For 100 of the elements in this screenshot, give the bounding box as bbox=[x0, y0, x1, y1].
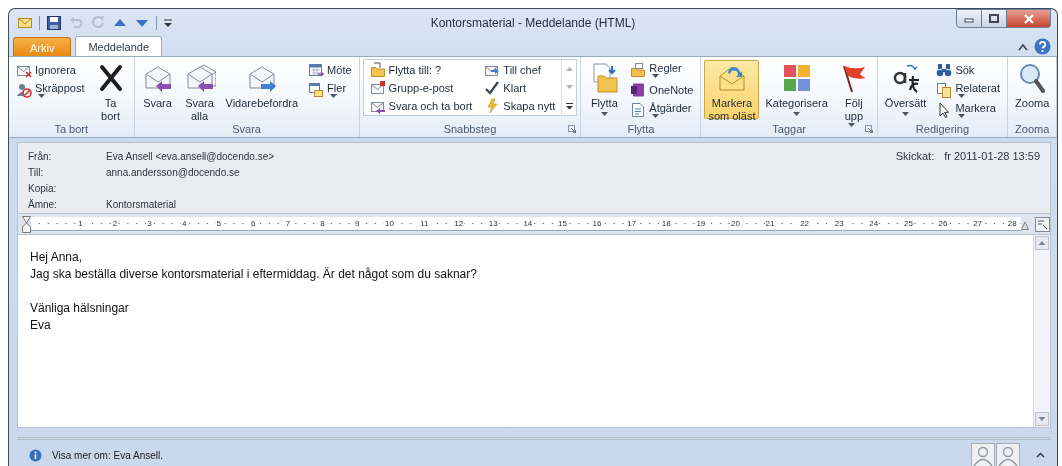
ruler-number: 3 bbox=[146, 219, 153, 228]
ruler-number: 11 bbox=[419, 219, 430, 228]
ruler-number: 24 bbox=[868, 219, 880, 228]
scroll-up-icon[interactable] bbox=[565, 67, 573, 72]
ribbon-button[interactable]: Flytta till: ? bbox=[365, 61, 477, 79]
group-label: Svara bbox=[232, 123, 261, 135]
group-label: Flytta bbox=[627, 123, 655, 135]
body-text: Jag ska beställa diverse kontorsmaterial i eftermiddag. Är det något som du saknar? bbox=[30, 266, 477, 283]
ruler-number: 26 bbox=[937, 219, 949, 228]
ruler-number: 25 bbox=[902, 219, 914, 228]
scroll-down-icon[interactable] bbox=[565, 85, 573, 90]
scroll-up-button[interactable] bbox=[1035, 236, 1049, 250]
minimize-button[interactable] bbox=[956, 9, 982, 28]
ribbon-button[interactable]: Svara alla bbox=[179, 60, 220, 119]
field-value: Kontorsmaterial bbox=[106, 198, 177, 210]
indent-marker-icon[interactable] bbox=[22, 215, 31, 233]
body-text: Hej Anna, bbox=[30, 249, 83, 266]
ribbon-button[interactable]: Skräppost bbox=[12, 80, 89, 99]
folder-envelope-icon bbox=[630, 61, 647, 78]
window-title: Kontorsmaterial - Meddelande (HTML) bbox=[430, 16, 636, 30]
ruler-number: 4 bbox=[180, 219, 188, 228]
ruler-number: 7 bbox=[284, 219, 292, 228]
ruler-toggle-icon[interactable] bbox=[1035, 216, 1050, 232]
help-icon[interactable] bbox=[1034, 38, 1051, 55]
ribbon-button[interactable]: Zooma bbox=[1011, 60, 1054, 119]
ruler-number: 1 bbox=[77, 219, 84, 228]
ribbon-button[interactable]: Markera som oläst bbox=[704, 60, 760, 119]
dialog-launcher-icon[interactable] bbox=[568, 125, 577, 133]
save-icon[interactable] bbox=[46, 14, 62, 31]
group-label: Taggar bbox=[772, 123, 806, 135]
ruler-number: 9 bbox=[353, 219, 361, 228]
ruler-number: 19 bbox=[695, 219, 707, 228]
ribbon-button[interactable]: Svara bbox=[137, 60, 178, 119]
field-value: anna.andersson@docendo.se bbox=[106, 166, 240, 178]
info-text: Visa mer om: Eva Ansell. bbox=[52, 449, 163, 461]
field-label: Skickat: bbox=[895, 150, 935, 162]
person-icon[interactable] bbox=[971, 443, 995, 466]
close-icon bbox=[1023, 13, 1034, 24]
binoculars-icon bbox=[936, 61, 953, 78]
ribbon-button[interactable]: Ignorera bbox=[12, 60, 89, 79]
body-text: Vänliga hälsningar bbox=[30, 300, 129, 317]
ruler-number: 13 bbox=[487, 219, 499, 228]
group-label: Ta bort bbox=[54, 123, 89, 135]
more-caret-icon[interactable] bbox=[564, 101, 574, 110]
ruler-number: 22 bbox=[799, 219, 811, 228]
ribbon-button[interactable]: Till chef bbox=[480, 61, 560, 79]
ruler-number: 2 bbox=[111, 219, 119, 228]
scroll-down-button[interactable] bbox=[1035, 412, 1049, 426]
ribbon-button[interactable]: Sök bbox=[932, 60, 1005, 79]
ruler-number: 8 bbox=[319, 219, 326, 228]
ruler-number: 6 bbox=[250, 219, 257, 228]
ribbon-button[interactable]: Markera bbox=[932, 100, 1005, 119]
ribbon-button[interactable]: Kategorisera bbox=[761, 60, 832, 119]
person-block-icon bbox=[16, 81, 32, 98]
close-button[interactable] bbox=[1007, 9, 1051, 28]
person-icon[interactable] bbox=[996, 443, 1020, 466]
ruler-number: 21 bbox=[764, 219, 776, 228]
ribbon-tab[interactable]: Meddelande bbox=[75, 36, 162, 57]
field-label: Från: bbox=[28, 150, 53, 162]
ribbon-button[interactable]: Flytta bbox=[584, 60, 625, 119]
group-label: Snabbsteg bbox=[443, 123, 497, 135]
maximize-button[interactable] bbox=[982, 9, 1007, 28]
ribbon-button[interactable]: Fler bbox=[304, 80, 356, 99]
field-label: Ämne: bbox=[28, 198, 58, 210]
lightning-icon bbox=[484, 98, 501, 114]
ruler-number: 23 bbox=[833, 219, 845, 228]
envelope-icon bbox=[369, 80, 386, 96]
ribbon-button[interactable]: Översätt bbox=[880, 60, 931, 119]
group-label: Redigering bbox=[915, 123, 970, 135]
ruler-number: 14 bbox=[522, 219, 534, 228]
ribbon-button[interactable]: Regler bbox=[626, 60, 698, 79]
ruler-number: 15 bbox=[557, 219, 568, 228]
ribbon-button[interactable]: OneNote bbox=[626, 80, 698, 99]
ribbon-button[interactable]: Grupp-e-post bbox=[365, 79, 477, 97]
ribbon-button[interactable]: Klart bbox=[480, 79, 560, 97]
info-icon bbox=[29, 448, 42, 462]
field-value: fr 2011-01-28 13:59 bbox=[944, 150, 1040, 162]
notebook-icon bbox=[630, 81, 647, 98]
expand-caret-icon[interactable] bbox=[1036, 452, 1045, 458]
calendar-envelope-icon bbox=[308, 81, 325, 98]
ribbon-button[interactable]: Ta bort bbox=[90, 60, 131, 119]
ribbon-button[interactable]: Vidarebefordra bbox=[221, 60, 303, 119]
field-value: Eva Ansell <eva.ansell@docendo.se> bbox=[106, 150, 275, 162]
ruler-number: 17 bbox=[626, 219, 638, 228]
collapse-caret-icon[interactable] bbox=[1018, 42, 1028, 51]
ribbon-button[interactable]: Skapa nytt bbox=[480, 97, 560, 115]
body-text: Eva bbox=[30, 317, 51, 334]
maximize-icon bbox=[989, 14, 999, 23]
ruler-number: 28 bbox=[1006, 219, 1018, 228]
ribbon-button[interactable]: Möte bbox=[304, 60, 356, 79]
ribbon-button[interactable]: Svara och ta bort bbox=[365, 97, 477, 115]
cursor-icon bbox=[936, 101, 953, 118]
ruler-number: 18 bbox=[660, 219, 672, 228]
ribbon-button[interactable]: Relaterat bbox=[932, 80, 1005, 99]
checkmark-icon bbox=[484, 80, 501, 96]
ribbon-button[interactable]: Åtgärder bbox=[626, 100, 698, 119]
document-icon bbox=[630, 101, 647, 118]
field-label: Kopia: bbox=[28, 182, 58, 194]
ruler-number: 12 bbox=[453, 219, 465, 228]
dialog-launcher-icon[interactable] bbox=[864, 125, 873, 133]
